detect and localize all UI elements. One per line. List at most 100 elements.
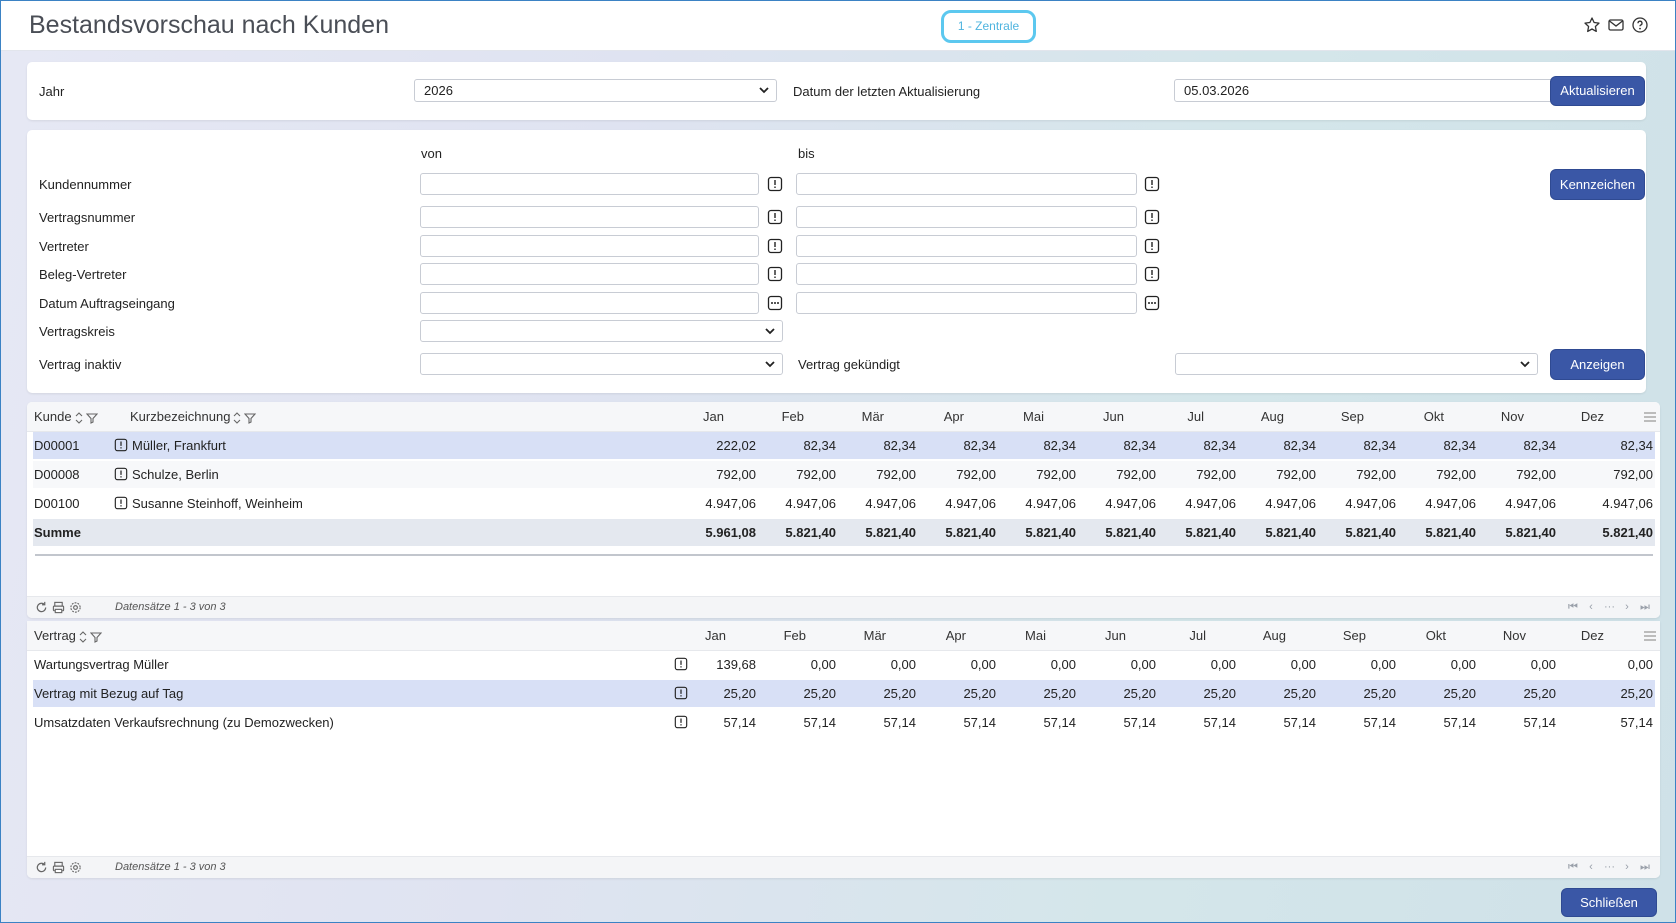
month-header[interactable]: Mär [844, 409, 884, 424]
vertragsnummer-from-input[interactable] [420, 206, 759, 228]
table-row[interactable]: Umsatzdaten Verkaufsrechnung (zu Demozwe… [33, 709, 1655, 736]
column-menu-icon[interactable] [1644, 412, 1656, 422]
star-icon[interactable] [1583, 16, 1601, 34]
kundennummer-to-input[interactable] [796, 173, 1137, 195]
month-header[interactable]: Mai [1006, 628, 1046, 643]
month-header[interactable]: Sep [1326, 628, 1366, 643]
table-row[interactable]: D00001 Müller, Frankfurt 222,02 82,34 82… [33, 432, 1655, 459]
datum-from-input[interactable] [420, 292, 759, 314]
beleg-vertreter-from-lookup-icon[interactable] [767, 266, 783, 282]
anzeigen-button[interactable]: Anzeigen [1550, 349, 1645, 380]
month-header[interactable]: Apr [924, 409, 964, 424]
month-header[interactable]: Jan [686, 628, 726, 643]
month-header[interactable]: Okt [1406, 628, 1446, 643]
vertreter-from-lookup-icon[interactable] [767, 238, 783, 254]
table-row[interactable]: D00100 Susanne Steinhoff, Weinheim 4.947… [33, 490, 1655, 517]
value-cell: 0,00 [1290, 657, 1316, 672]
mail-icon[interactable] [1607, 16, 1625, 34]
beleg-vertreter-to-lookup-icon[interactable] [1144, 266, 1160, 282]
refresh-icon[interactable] [35, 601, 48, 614]
update-button[interactable]: Aktualisieren [1550, 76, 1645, 106]
table-row[interactable]: Vertrag mit Bezug auf Tag 25,20 25,20 25… [33, 680, 1655, 707]
site-badge[interactable]: 1 - Zentrale [941, 10, 1036, 43]
info-icon[interactable] [114, 467, 128, 481]
first-page-icon[interactable]: ⏮ [1568, 861, 1578, 874]
month-header[interactable]: Jun [1086, 628, 1126, 643]
month-header[interactable]: Jul [1164, 409, 1204, 424]
month-header[interactable]: Okt [1404, 409, 1444, 424]
horizontal-scrollbar[interactable] [35, 554, 1653, 556]
month-header[interactable]: Feb [764, 409, 804, 424]
print-icon[interactable] [52, 601, 65, 614]
sort-icon[interactable] [75, 411, 83, 424]
value-cell: 82,34 [963, 438, 996, 453]
beleg-vertreter-from-input[interactable] [420, 263, 759, 285]
info-icon[interactable] [114, 496, 128, 510]
vertrag-inaktiv-select[interactable] [420, 353, 783, 375]
month-header[interactable]: Aug [1244, 409, 1284, 424]
close-button[interactable]: Schließen [1561, 888, 1657, 917]
table-row[interactable]: D00008 Schulze, Berlin 792,00 792,00 792… [33, 461, 1655, 488]
prev-page-icon[interactable]: ‹ [1586, 601, 1596, 614]
customer-grid-header: Kunde Kurzbezeichnung Jan Feb Mär Apr Ma… [27, 402, 1660, 432]
col-vertrag[interactable]: Vertrag [34, 628, 102, 643]
page-more-icon[interactable]: ··· [1604, 601, 1615, 614]
help-icon[interactable] [1631, 16, 1649, 34]
vertragskreis-select[interactable] [420, 320, 783, 342]
month-header[interactable]: Jun [1084, 409, 1124, 424]
filter-icon[interactable] [89, 631, 102, 643]
settings-icon[interactable] [69, 861, 82, 874]
vertragsnummer-from-lookup-icon[interactable] [767, 209, 783, 225]
prev-page-icon[interactable]: ‹ [1586, 861, 1596, 874]
month-header[interactable]: Jul [1166, 628, 1206, 643]
beleg-vertreter-to-input[interactable] [796, 263, 1137, 285]
vertreter-to-input[interactable] [796, 235, 1137, 257]
kundennummer-from-lookup-icon[interactable] [767, 176, 783, 192]
month-header[interactable]: Mai [1004, 409, 1044, 424]
month-header[interactable]: Feb [766, 628, 806, 643]
vertragsnummer-to-input[interactable] [796, 206, 1137, 228]
name-cell: Susanne Steinhoff, Weinheim [132, 496, 303, 511]
next-page-icon[interactable]: › [1622, 861, 1632, 874]
info-icon[interactable] [114, 438, 128, 452]
year-select[interactable]: 2026 [414, 79, 777, 102]
sort-icon[interactable] [233, 411, 241, 424]
kundennummer-from-input[interactable] [420, 173, 759, 195]
last-page-icon[interactable]: ⏭ [1640, 601, 1650, 614]
first-page-icon[interactable]: ⏮ [1568, 601, 1578, 614]
next-page-icon[interactable]: › [1622, 601, 1632, 614]
kundennummer-to-lookup-icon[interactable] [1144, 176, 1160, 192]
datum-from-picker-icon[interactable] [767, 295, 783, 311]
filter-icon[interactable] [85, 412, 98, 424]
col-kurzbezeichnung[interactable]: Kurzbezeichnung [130, 409, 257, 424]
month-header[interactable]: Jan [684, 409, 724, 424]
kennzeichen-button[interactable]: Kennzeichen [1550, 169, 1645, 200]
vertragsnummer-to-lookup-icon[interactable] [1144, 209, 1160, 225]
month-header[interactable]: Dez [1564, 409, 1604, 424]
sort-icon[interactable] [79, 630, 87, 643]
value-cell: 25,20 [1523, 686, 1556, 701]
datum-to-input[interactable] [796, 292, 1137, 314]
print-icon[interactable] [52, 861, 65, 874]
last-page-icon[interactable]: ⏭ [1640, 861, 1650, 874]
col-kunde[interactable]: Kunde [34, 409, 98, 424]
update-date-field[interactable]: 05.03.2026 [1174, 79, 1563, 102]
vertreter-to-lookup-icon[interactable] [1144, 238, 1160, 254]
column-menu-icon[interactable] [1644, 631, 1656, 641]
month-header[interactable]: Sep [1324, 409, 1364, 424]
datum-to-picker-icon[interactable] [1144, 295, 1160, 311]
month-header[interactable]: Aug [1246, 628, 1286, 643]
settings-icon[interactable] [69, 601, 82, 614]
vertreter-from-input[interactable] [420, 235, 759, 257]
table-row[interactable]: Wartungsvertrag Müller 139,68 0,00 0,00 … [33, 651, 1655, 678]
month-header[interactable]: Nov [1484, 409, 1524, 424]
vertrag-gekuendigt-select[interactable] [1175, 353, 1538, 375]
filter-icon[interactable] [244, 412, 257, 424]
month-header[interactable]: Nov [1486, 628, 1526, 643]
month-header[interactable]: Dez [1564, 628, 1604, 643]
value-cell: 0,00 [1130, 657, 1156, 672]
refresh-icon[interactable] [35, 861, 48, 874]
month-header[interactable]: Mär [846, 628, 886, 643]
month-header[interactable]: Apr [926, 628, 966, 643]
page-more-icon[interactable]: ··· [1604, 861, 1615, 874]
